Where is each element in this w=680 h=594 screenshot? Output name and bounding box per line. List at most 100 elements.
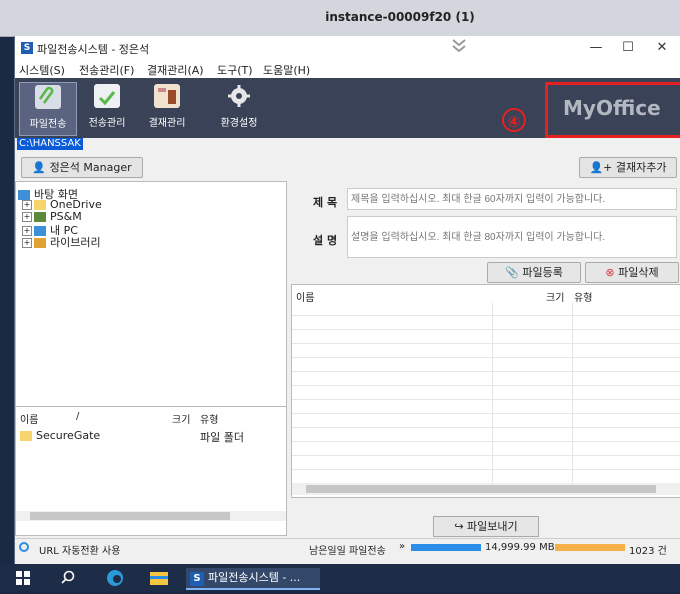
library-icon (34, 238, 46, 248)
column-header-size[interactable]: 크기 (172, 411, 190, 426)
approval-manage-label: 결재관리 (148, 118, 186, 129)
list-item-type: 파일 폴더 (200, 431, 244, 444)
count-remaining-value: 1023 건 (629, 546, 667, 557)
column-header-type[interactable]: 유형 (200, 411, 218, 426)
path-bar: C:\HANSSAK (15, 138, 680, 150)
folder-icon (34, 200, 46, 210)
menu-approval[interactable]: 결재관리(A) (147, 62, 204, 78)
remote-session-title: instance-00009f20 (1) (325, 10, 475, 24)
size-remaining-value: 14,999.99 MB (485, 542, 555, 553)
add-approver-button[interactable]: 👤+ 결재자추가 (579, 157, 677, 178)
grid-line (292, 455, 680, 456)
start-button[interactable] (16, 568, 36, 588)
brand-logo: MyOffice (563, 96, 661, 120)
settings-button[interactable]: 환경설정 (211, 82, 267, 134)
taskbar: S 파일전송시스템 - ... (0, 564, 680, 591)
file-transfer-label: 파일전송 (29, 119, 67, 130)
expand-icon[interactable]: + (22, 238, 32, 248)
grid-line (292, 371, 680, 372)
title-bar: S 파일전송시스템 - 정은석 — ☐ ✕ (15, 36, 680, 60)
user-icon: 👤 (32, 161, 50, 174)
expand-icon[interactable]: + (22, 200, 32, 210)
close-button[interactable]: ✕ (647, 38, 677, 58)
url-toggle-icon[interactable] (19, 542, 29, 552)
app-icon: S (21, 42, 33, 54)
grid-line (292, 357, 680, 358)
menu-help[interactable]: 도움말(H) (263, 62, 310, 78)
column-divider (492, 303, 493, 483)
window-title: 파일전송시스템 - 정은석 (37, 43, 150, 56)
search-icon[interactable] (60, 568, 80, 588)
delete-file-label: 파일삭제 (618, 266, 659, 279)
add-user-icon: 👤+ (589, 161, 616, 174)
scrollbar-thumb[interactable] (30, 512, 230, 520)
scrollbar-thumb[interactable] (306, 485, 656, 493)
subject-input[interactable] (347, 188, 677, 210)
description-label: 설 명 (313, 234, 338, 247)
horizontal-scrollbar[interactable] (16, 511, 286, 521)
folder-icon (20, 431, 32, 441)
subject-label: 제 목 (313, 196, 338, 209)
gear-icon (226, 84, 252, 108)
grid-line (292, 469, 680, 470)
edge-browser-icon[interactable] (106, 568, 126, 588)
column-divider (572, 303, 573, 483)
app-icon: S (190, 572, 204, 586)
settings-label: 환경설정 (220, 118, 258, 129)
remote-session-bar: instance-00009f20 (1) (0, 0, 680, 37)
paperclip-icon (35, 85, 61, 109)
add-approver-label: 결재자추가 (615, 161, 667, 174)
delete-icon: ⊗ (605, 266, 619, 279)
register-file-label: 파일등록 (522, 266, 563, 279)
grid-line (292, 315, 680, 316)
url-auto-switch-label: URL 자동전환 사용 (39, 546, 121, 557)
approval-manage-button[interactable]: 결재관리 (139, 82, 195, 134)
menu-tools[interactable]: 도구(T) (217, 62, 253, 78)
taskbar-app-label: 파일전송시스템 - ... (208, 571, 301, 584)
grid-line (292, 329, 680, 330)
menu-transfer[interactable]: 전송관리(F) (79, 62, 134, 78)
document-check-icon (94, 84, 120, 108)
minimize-button[interactable]: — (581, 38, 611, 58)
description-input[interactable] (347, 216, 677, 258)
send-arrow-icon: ↪ (454, 520, 468, 533)
user-button[interactable]: 👤 정은석 Manager (21, 157, 143, 178)
remaining-transfer-label: 남은일일 파일전송 (309, 546, 386, 557)
transfer-manage-button[interactable]: 전송관리 (79, 82, 135, 134)
menu-bar: 시스템(S) 전송관리(F) 결재관리(A) 도구(T) 도움말(H) (15, 60, 680, 78)
maximize-button[interactable]: ☐ (613, 38, 643, 58)
grid-line (292, 413, 680, 414)
grid-line (292, 441, 680, 442)
tree-item-label: 라이브러리 (50, 236, 101, 249)
upload-file-table: 이름 크기 유형 (291, 284, 680, 498)
delete-file-button[interactable]: ⊗ 파일삭제 (585, 262, 679, 283)
column-header-name[interactable]: 이름 (296, 289, 314, 304)
taskbar-app-file-transfer[interactable]: S 파일전송시스템 - ... (186, 568, 320, 590)
list-item-name: SecureGate (36, 429, 101, 442)
expand-icon[interactable]: + (22, 212, 32, 222)
file-explorer-icon[interactable] (150, 568, 170, 588)
expand-arrows-icon[interactable]: » (399, 541, 405, 552)
column-header-size[interactable]: 크기 (546, 289, 564, 304)
column-header-name[interactable]: 이름 (20, 411, 38, 426)
grid-line (292, 427, 680, 428)
transfer-manage-label: 전송관리 (88, 118, 126, 129)
grid-line (292, 399, 680, 400)
grid-line (292, 385, 680, 386)
send-file-button[interactable]: ↪ 파일보내기 (433, 516, 539, 537)
paperclip-icon: 📎 (505, 266, 523, 279)
file-transfer-button[interactable]: 파일전송 (19, 82, 77, 136)
column-header-type[interactable]: 유형 (574, 289, 592, 304)
menu-system[interactable]: 시스템(S) (19, 62, 65, 78)
collapse-chevron-icon[interactable] (451, 36, 467, 60)
size-remaining-bar (411, 544, 481, 551)
send-file-label: 파일보내기 (467, 520, 518, 533)
local-file-list: 이름 / 크기 유형 SecureGate 파일 폴더 (15, 406, 287, 536)
user-folder-icon (34, 212, 46, 222)
current-path[interactable]: C:\HANSSAK (17, 138, 83, 150)
list-item[interactable]: SecureGate (20, 429, 100, 442)
horizontal-scrollbar[interactable] (292, 483, 680, 495)
status-bar: URL 자동전환 사용 남은일일 파일전송 » 14,999.99 MB 102… (15, 538, 680, 557)
register-file-button[interactable]: 📎 파일등록 (487, 262, 581, 283)
tree-item-library[interactable]: + 라이브러리 (22, 234, 101, 250)
